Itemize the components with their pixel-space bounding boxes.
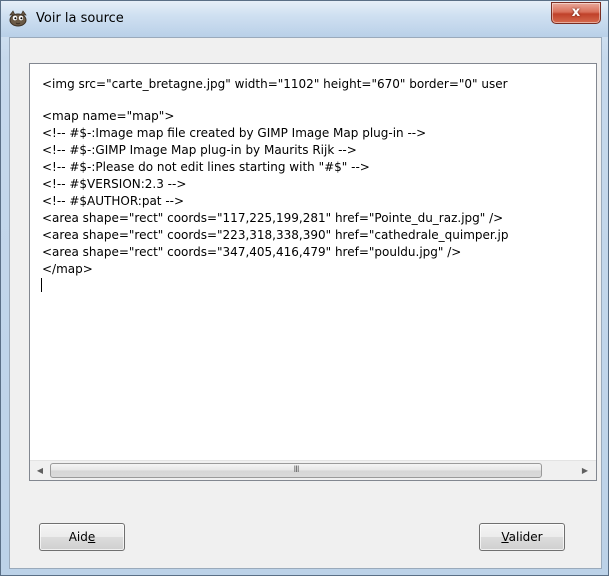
code-line: <area shape="rect" coords="117,225,199,2…	[42, 211, 504, 225]
code-line: <!-- #$AUTHOR:pat -->	[42, 194, 185, 208]
code-line: <area shape="rect" coords="347,405,416,4…	[42, 245, 462, 259]
gimp-wilber-icon	[7, 9, 29, 27]
code-line: <!-- #$-:GIMP Image Map plug-in by Mauri…	[42, 143, 357, 157]
window-title: Voir la source	[36, 11, 124, 26]
scroll-left-arrow-icon[interactable]: ◀	[32, 462, 48, 479]
ok-button-mnemonic: V	[501, 530, 509, 544]
code-line: </map>	[42, 262, 93, 276]
source-code-area[interactable]: <img src="carte_bretagne.jpg" width="110…	[30, 64, 596, 460]
close-icon: x	[571, 5, 581, 20]
text-caret	[41, 278, 42, 292]
help-button-mnemonic: e	[87, 530, 96, 544]
source-text-view[interactable]: <img src="carte_bretagne.jpg" width="110…	[29, 63, 597, 481]
help-button-label-prefix: Aid	[68, 530, 88, 544]
code-line: <img src="carte_bretagne.jpg" width="110…	[42, 77, 508, 91]
code-line: <area shape="rect" coords="223,318,338,3…	[42, 228, 509, 242]
ok-button-label-suffix: alider	[508, 530, 543, 544]
code-line: <!-- #$-:Please do not edit lines starti…	[42, 160, 370, 174]
ok-button[interactable]: Valider	[479, 523, 565, 551]
scrollbar-thumb[interactable]: III	[50, 463, 542, 478]
code-line: <!-- #$VERSION:2.3 -->	[42, 177, 187, 191]
title-bar[interactable]: Voir la source x	[1, 1, 608, 37]
scrollbar-grip-icon: III	[293, 465, 300, 475]
close-button[interactable]: x	[551, 2, 601, 24]
horizontal-scrollbar[interactable]: ◀ III ▶	[30, 460, 596, 480]
code-line: <!-- #$-:Image map file created by GIMP …	[42, 126, 427, 140]
code-line: <map name="map">	[42, 109, 175, 123]
scroll-right-arrow-icon[interactable]: ▶	[577, 462, 593, 479]
source-viewer-window: Voir la source x <img src="carte_bretagn…	[0, 0, 609, 576]
help-button[interactable]: Aide	[39, 523, 125, 551]
